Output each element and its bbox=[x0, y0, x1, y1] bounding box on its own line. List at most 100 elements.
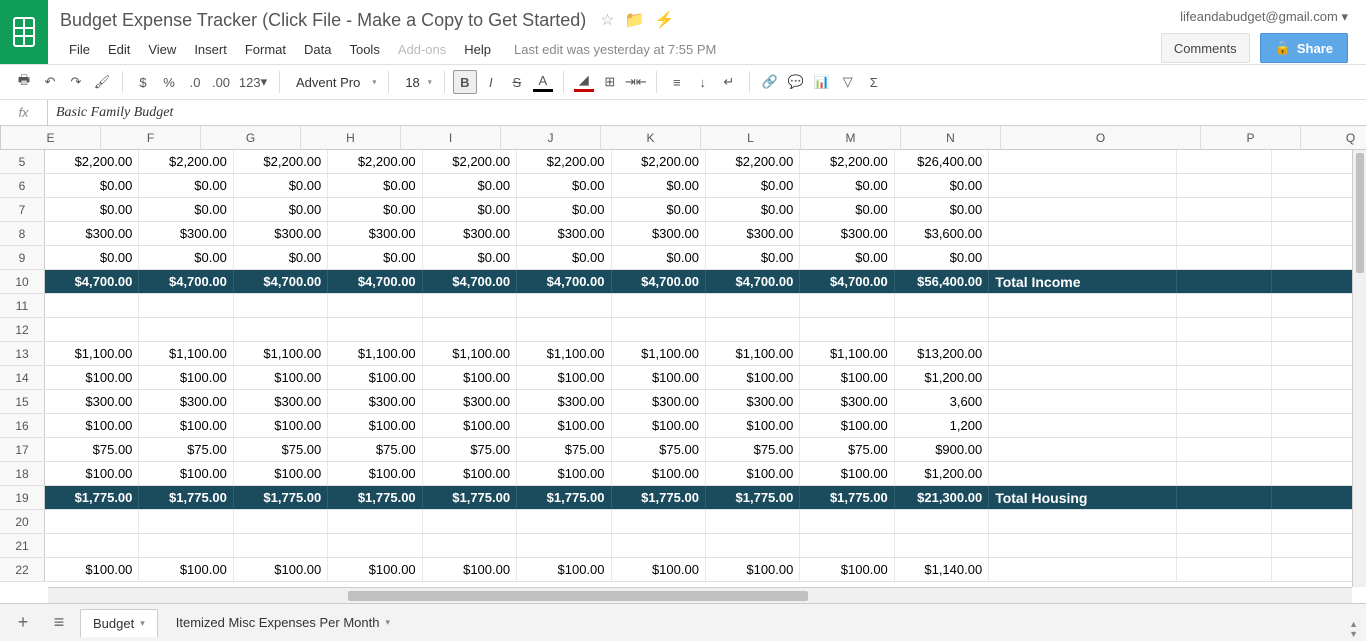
comments-button[interactable]: Comments bbox=[1161, 33, 1250, 63]
cell[interactable]: $1,100.00 bbox=[423, 342, 517, 365]
menu-data[interactable]: Data bbox=[295, 38, 340, 61]
cell[interactable]: Total Housing bbox=[989, 486, 1177, 509]
cell[interactable] bbox=[612, 294, 706, 317]
font-size-dropdown[interactable]: 18▾ bbox=[397, 75, 435, 90]
cell[interactable]: $300.00 bbox=[517, 390, 611, 413]
cell[interactable]: $0.00 bbox=[895, 246, 989, 269]
cell[interactable]: $1,100.00 bbox=[45, 342, 139, 365]
cell[interactable]: $100.00 bbox=[234, 366, 328, 389]
insert-link-button[interactable]: 🔗 bbox=[758, 70, 782, 94]
sheets-logo[interactable] bbox=[0, 0, 48, 64]
cell[interactable]: $0.00 bbox=[800, 198, 894, 221]
fill-color-button[interactable]: ◢ bbox=[572, 70, 596, 94]
column-header[interactable]: O bbox=[1001, 126, 1201, 149]
cell[interactable]: $0.00 bbox=[706, 198, 800, 221]
cell[interactable]: $4,700.00 bbox=[139, 270, 233, 293]
cell[interactable] bbox=[1177, 270, 1271, 293]
cell[interactable] bbox=[989, 534, 1177, 557]
cell[interactable] bbox=[139, 510, 233, 533]
cell[interactable]: $0.00 bbox=[328, 198, 422, 221]
cell[interactable]: $300.00 bbox=[706, 390, 800, 413]
cell[interactable]: $300.00 bbox=[423, 222, 517, 245]
cell[interactable] bbox=[45, 510, 139, 533]
document-title[interactable]: Budget Expense Tracker (Click File - Mak… bbox=[60, 10, 586, 31]
cell[interactable]: $1,100.00 bbox=[517, 342, 611, 365]
cell[interactable] bbox=[328, 510, 422, 533]
cell[interactable]: $1,775.00 bbox=[612, 486, 706, 509]
cell[interactable]: $300.00 bbox=[517, 222, 611, 245]
cell[interactable] bbox=[800, 294, 894, 317]
text-wrap-button[interactable]: ↵ bbox=[717, 70, 741, 94]
column-header[interactable]: N bbox=[901, 126, 1001, 149]
cell[interactable]: $900.00 bbox=[895, 438, 989, 461]
insert-comment-button[interactable]: 💬 bbox=[784, 70, 808, 94]
cell[interactable] bbox=[800, 510, 894, 533]
column-header[interactable]: L bbox=[701, 126, 801, 149]
cell[interactable] bbox=[989, 558, 1177, 581]
column-header[interactable]: P bbox=[1201, 126, 1301, 149]
menu-view[interactable]: View bbox=[139, 38, 185, 61]
cell[interactable]: $2,200.00 bbox=[706, 150, 800, 173]
cell[interactable] bbox=[612, 534, 706, 557]
offline-icon[interactable]: ⚡ bbox=[654, 10, 674, 30]
cell[interactable]: $0.00 bbox=[45, 174, 139, 197]
cell[interactable]: $75.00 bbox=[45, 438, 139, 461]
cell[interactable]: $100.00 bbox=[45, 414, 139, 437]
cell[interactable] bbox=[1177, 174, 1271, 197]
cell[interactable]: $100.00 bbox=[706, 558, 800, 581]
folder-icon[interactable]: 📁 bbox=[625, 10, 645, 30]
column-header[interactable]: M bbox=[801, 126, 901, 149]
cell[interactable]: $0.00 bbox=[612, 174, 706, 197]
cell[interactable]: 3,600 bbox=[895, 390, 989, 413]
cell[interactable]: $300.00 bbox=[328, 222, 422, 245]
cell[interactable]: $2,200.00 bbox=[139, 150, 233, 173]
cell[interactable]: $0.00 bbox=[612, 198, 706, 221]
user-email[interactable]: lifeandabudget@gmail.com ▾ bbox=[1180, 9, 1348, 25]
cell[interactable]: $1,200.00 bbox=[895, 366, 989, 389]
row-header[interactable]: 20 bbox=[0, 510, 45, 533]
cell[interactable]: $100.00 bbox=[423, 462, 517, 485]
cell[interactable]: $100.00 bbox=[800, 558, 894, 581]
menu-help[interactable]: Help bbox=[455, 38, 500, 61]
menu-tools[interactable]: Tools bbox=[340, 38, 388, 61]
paint-format-icon[interactable]: 🖌 bbox=[90, 70, 114, 94]
formula-input[interactable]: Basic Family Budget bbox=[48, 105, 1366, 121]
cell[interactable]: $300.00 bbox=[139, 222, 233, 245]
cell[interactable] bbox=[1177, 438, 1271, 461]
cell[interactable] bbox=[706, 318, 800, 341]
cell[interactable]: $1,100.00 bbox=[800, 342, 894, 365]
cell[interactable]: $1,775.00 bbox=[139, 486, 233, 509]
cell[interactable] bbox=[989, 150, 1177, 173]
cell[interactable]: $0.00 bbox=[517, 198, 611, 221]
share-button[interactable]: 🔒Share bbox=[1260, 33, 1348, 63]
borders-button[interactable]: ⊞ bbox=[598, 70, 622, 94]
cell[interactable]: $75.00 bbox=[706, 438, 800, 461]
cell[interactable] bbox=[423, 318, 517, 341]
cell[interactable]: $1,100.00 bbox=[234, 342, 328, 365]
cell[interactable] bbox=[989, 414, 1177, 437]
last-edit-info[interactable]: Last edit was yesterday at 7:55 PM bbox=[514, 42, 716, 57]
cell[interactable]: $3,600.00 bbox=[895, 222, 989, 245]
print-icon[interactable]: 🖶 bbox=[12, 70, 36, 94]
cell[interactable]: $4,700.00 bbox=[423, 270, 517, 293]
cell[interactable]: $100.00 bbox=[139, 414, 233, 437]
column-header[interactable]: G bbox=[201, 126, 301, 149]
cell[interactable]: $0.00 bbox=[706, 174, 800, 197]
cell[interactable] bbox=[989, 438, 1177, 461]
cell[interactable]: $100.00 bbox=[234, 414, 328, 437]
cell[interactable] bbox=[139, 294, 233, 317]
cell[interactable]: $0.00 bbox=[423, 246, 517, 269]
cell[interactable] bbox=[517, 534, 611, 557]
cell[interactable] bbox=[989, 246, 1177, 269]
cell[interactable] bbox=[895, 534, 989, 557]
cell[interactable]: $100.00 bbox=[423, 558, 517, 581]
cell[interactable] bbox=[1177, 534, 1271, 557]
cell[interactable] bbox=[517, 294, 611, 317]
text-color-button[interactable]: A bbox=[531, 70, 555, 94]
format-currency-button[interactable]: $ bbox=[131, 70, 155, 94]
menu-addons[interactable]: Add-ons bbox=[389, 38, 455, 61]
cell[interactable]: $0.00 bbox=[45, 198, 139, 221]
sheet-tab-budget[interactable]: Budget ▾ bbox=[80, 609, 158, 637]
cell[interactable] bbox=[1177, 222, 1271, 245]
insert-chart-button[interactable]: 📊 bbox=[810, 70, 834, 94]
